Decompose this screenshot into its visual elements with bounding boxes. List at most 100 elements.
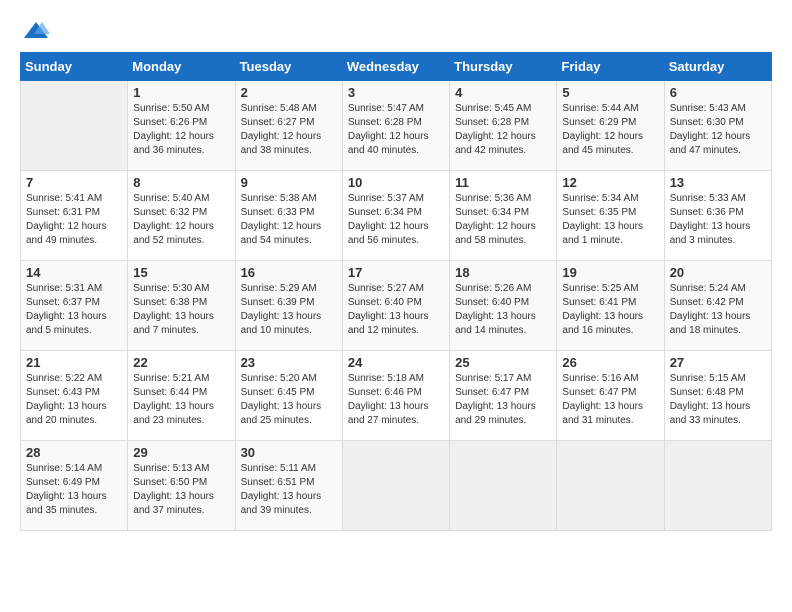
day-number: 23	[241, 355, 337, 370]
day-info: Sunrise: 5:16 AM Sunset: 6:47 PM Dayligh…	[562, 372, 658, 428]
day-number: 19	[562, 265, 658, 280]
calendar-cell: 8Sunrise: 5:40 AM Sunset: 6:32 PM Daylig…	[128, 171, 235, 261]
day-info: Sunrise: 5:26 AM Sunset: 6:40 PM Dayligh…	[455, 282, 551, 338]
day-number: 17	[348, 265, 444, 280]
calendar-cell: 30 Sunrise: 5:11 AM Sunset: 6:51 PM Dayli…	[235, 441, 342, 531]
day-info: Sunrise: 5:29 AM Sunset: 6:39 PM Dayligh…	[241, 282, 337, 338]
day-number: 7	[26, 175, 122, 190]
day-number: 24	[348, 355, 444, 370]
calendar-cell: 10 Sunrise: 5:37 AM Sunset: 6:34 PM Dayli…	[342, 171, 449, 261]
calendar-cell: 9Sunrise: 5:38 AM Sunset: 6:33 PM Daylig…	[235, 171, 342, 261]
day-number: 4	[455, 85, 551, 100]
day-number: 26	[562, 355, 658, 370]
calendar-week-row: 7 Sunrise: 5:41 AM Sunset: 6:31 PM Daylig…	[21, 171, 772, 261]
calendar-cell: 28 Sunrise: 5:14 AM Sunset: 6:49 PM Dayli…	[21, 441, 128, 531]
calendar-table: SundayMondayTuesdayWednesdayThursdayFrid…	[20, 52, 772, 531]
day-info: Sunrise: 5:25 AM Sunset: 6:41 PM Dayligh…	[562, 282, 658, 338]
day-number: 21	[26, 355, 122, 370]
calendar-cell: 25 Sunrise: 5:17 AM Sunset: 6:47 PM Dayli…	[450, 351, 557, 441]
day-info: Sunrise: 5:30 AM Sunset: 6:38 PM Dayligh…	[133, 282, 229, 338]
calendar-cell	[21, 81, 128, 171]
day-info: Sunrise: 5:31 AM Sunset: 6:37 PM Dayligh…	[26, 282, 122, 338]
calendar-cell: 3 Sunrise: 5:47 AM Sunset: 6:28 PM Daylig…	[342, 81, 449, 171]
day-info: Sunrise: 5:15 AM Sunset: 6:48 PM Dayligh…	[670, 372, 766, 428]
logo-icon	[22, 20, 50, 42]
day-info: Sunrise: 5:22 AM Sunset: 6:43 PM Dayligh…	[26, 372, 122, 428]
day-info: Sunrise: 5:50 AM Sunset: 6:26 PM Dayligh…	[133, 102, 229, 158]
calendar-cell: 24 Sunrise: 5:18 AM Sunset: 6:46 PM Dayli…	[342, 351, 449, 441]
day-number: 15	[133, 265, 229, 280]
day-info: Sunrise: 5:38 AM Sunset: 6:33 PM Dayligh…	[241, 192, 337, 248]
day-number: 11	[455, 175, 551, 190]
day-info: Sunrise: 5:48 AM Sunset: 6:27 PM Dayligh…	[241, 102, 337, 158]
weekday-header: Friday	[557, 53, 664, 81]
calendar-cell: 1 Sunrise: 5:50 AM Sunset: 6:26 PM Daylig…	[128, 81, 235, 171]
day-info: Sunrise: 5:11 AM Sunset: 6:51 PM Dayligh…	[241, 462, 337, 518]
calendar-cell: 7 Sunrise: 5:41 AM Sunset: 6:31 PM Daylig…	[21, 171, 128, 261]
calendar-cell: 17 Sunrise: 5:27 AM Sunset: 6:40 PM Dayli…	[342, 261, 449, 351]
calendar-cell: 6 Sunrise: 5:43 AM Sunset: 6:30 PM Daylig…	[664, 81, 771, 171]
day-number: 18	[455, 265, 551, 280]
calendar-cell: 14 Sunrise: 5:31 AM Sunset: 6:37 PM Dayli…	[21, 261, 128, 351]
day-number: 27	[670, 355, 766, 370]
weekday-header: Saturday	[664, 53, 771, 81]
day-info: Sunrise: 5:18 AM Sunset: 6:46 PM Dayligh…	[348, 372, 444, 428]
day-info: Sunrise: 5:21 AM Sunset: 6:44 PM Dayligh…	[133, 372, 229, 428]
page-header	[20, 20, 772, 42]
day-number: 5	[562, 85, 658, 100]
calendar-cell: 5 Sunrise: 5:44 AM Sunset: 6:29 PM Daylig…	[557, 81, 664, 171]
day-number: 29	[133, 445, 229, 460]
calendar-cell: 26 Sunrise: 5:16 AM Sunset: 6:47 PM Dayli…	[557, 351, 664, 441]
weekday-header: Tuesday	[235, 53, 342, 81]
calendar-cell: 12Sunrise: 5:34 AM Sunset: 6:35 PM Dayli…	[557, 171, 664, 261]
day-number: 12	[562, 175, 658, 190]
day-info: Sunrise: 5:24 AM Sunset: 6:42 PM Dayligh…	[670, 282, 766, 338]
calendar-cell: 15 Sunrise: 5:30 AM Sunset: 6:38 PM Dayli…	[128, 261, 235, 351]
day-number: 8	[133, 175, 229, 190]
calendar-week-row: 28 Sunrise: 5:14 AM Sunset: 6:49 PM Dayli…	[21, 441, 772, 531]
day-number: 22	[133, 355, 229, 370]
calendar-cell: 16 Sunrise: 5:29 AM Sunset: 6:39 PM Dayli…	[235, 261, 342, 351]
calendar-week-row: 14 Sunrise: 5:31 AM Sunset: 6:37 PM Dayli…	[21, 261, 772, 351]
day-number: 3	[348, 85, 444, 100]
day-info: Sunrise: 5:47 AM Sunset: 6:28 PM Dayligh…	[348, 102, 444, 158]
calendar-cell: 27 Sunrise: 5:15 AM Sunset: 6:48 PM Dayli…	[664, 351, 771, 441]
day-number: 16	[241, 265, 337, 280]
day-info: Sunrise: 5:37 AM Sunset: 6:34 PM Dayligh…	[348, 192, 444, 248]
day-number: 20	[670, 265, 766, 280]
day-number: 28	[26, 445, 122, 460]
calendar-cell	[342, 441, 449, 531]
day-info: Sunrise: 5:17 AM Sunset: 6:47 PM Dayligh…	[455, 372, 551, 428]
day-number: 13	[670, 175, 766, 190]
day-number: 25	[455, 355, 551, 370]
day-info: Sunrise: 5:45 AM Sunset: 6:28 PM Dayligh…	[455, 102, 551, 158]
day-number: 2	[241, 85, 337, 100]
day-info: Sunrise: 5:33 AM Sunset: 6:36 PM Dayligh…	[670, 192, 766, 248]
logo	[20, 20, 50, 42]
weekday-header: Sunday	[21, 53, 128, 81]
day-info: Sunrise: 5:14 AM Sunset: 6:49 PM Dayligh…	[26, 462, 122, 518]
calendar-cell	[664, 441, 771, 531]
calendar-week-row: 21 Sunrise: 5:22 AM Sunset: 6:43 PM Dayli…	[21, 351, 772, 441]
calendar-cell	[450, 441, 557, 531]
day-info: Sunrise: 5:27 AM Sunset: 6:40 PM Dayligh…	[348, 282, 444, 338]
calendar-cell: 13 Sunrise: 5:33 AM Sunset: 6:36 PM Dayli…	[664, 171, 771, 261]
day-info: Sunrise: 5:44 AM Sunset: 6:29 PM Dayligh…	[562, 102, 658, 158]
calendar-cell: 18 Sunrise: 5:26 AM Sunset: 6:40 PM Dayli…	[450, 261, 557, 351]
day-number: 14	[26, 265, 122, 280]
weekday-header: Wednesday	[342, 53, 449, 81]
day-info: Sunrise: 5:43 AM Sunset: 6:30 PM Dayligh…	[670, 102, 766, 158]
calendar-cell: 29Sunrise: 5:13 AM Sunset: 6:50 PM Dayli…	[128, 441, 235, 531]
day-number: 30	[241, 445, 337, 460]
day-number: 6	[670, 85, 766, 100]
calendar-cell: 23 Sunrise: 5:20 AM Sunset: 6:45 PM Dayli…	[235, 351, 342, 441]
day-number: 10	[348, 175, 444, 190]
weekday-header: Monday	[128, 53, 235, 81]
day-number: 1	[133, 85, 229, 100]
weekday-header: Thursday	[450, 53, 557, 81]
calendar-cell: 20 Sunrise: 5:24 AM Sunset: 6:42 PM Dayli…	[664, 261, 771, 351]
day-info: Sunrise: 5:20 AM Sunset: 6:45 PM Dayligh…	[241, 372, 337, 428]
calendar-cell: 11Sunrise: 5:36 AM Sunset: 6:34 PM Dayli…	[450, 171, 557, 261]
day-info: Sunrise: 5:41 AM Sunset: 6:31 PM Dayligh…	[26, 192, 122, 248]
calendar-cell: 4 Sunrise: 5:45 AM Sunset: 6:28 PM Daylig…	[450, 81, 557, 171]
